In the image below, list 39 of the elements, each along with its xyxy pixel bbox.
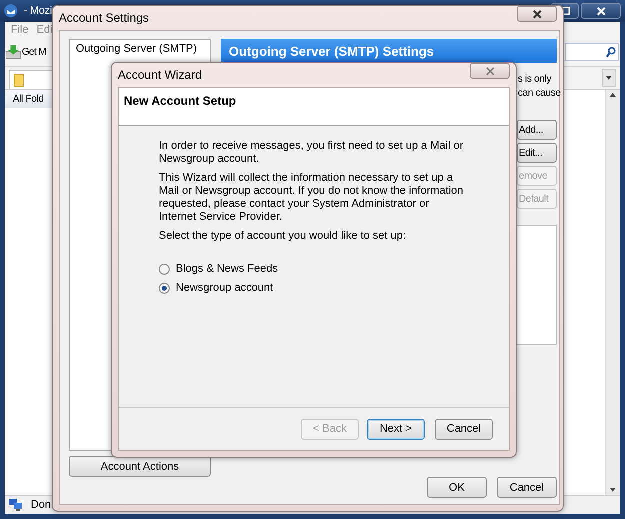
scrollbar[interactable]: [605, 90, 620, 495]
search-icon: [606, 46, 616, 58]
network-icon: [9, 499, 23, 511]
app-icon: [4, 4, 18, 18]
prompt-text: Select the type of account you would like to set up:: [159, 230, 408, 243]
dialog-button[interactable]: Cancel: [497, 477, 557, 498]
tree-item[interactable]: Outgoing Server (SMTP): [70, 42, 210, 56]
account-actions-button[interactable]: Account Actions: [69, 456, 211, 477]
server-action-button[interactable]: Add...: [517, 120, 557, 140]
dialog-title: Account Wizard: [118, 68, 202, 82]
close-icon: [532, 10, 542, 18]
close-icon: [486, 66, 494, 76]
scroll-up-icon[interactable]: [610, 93, 616, 97]
close-icon: [596, 6, 606, 16]
info-paragraph: This Wizard will collect the information necessary to set up a Mail or Newsgroup account. If you do not know the information requested, please contact your System Administrator or Internet Service Provider.: [159, 172, 464, 224]
wizard-button[interactable]: Next >: [367, 418, 425, 440]
close-button[interactable]: [517, 6, 557, 22]
account-type-option[interactable]: Blogs & News Feeds: [159, 263, 489, 275]
dialog-title: Account Settings: [59, 11, 150, 25]
scroll-down-icon[interactable]: [610, 488, 616, 492]
status-text: Don: [31, 499, 52, 511]
account-type-option[interactable]: Newsgroup account: [159, 282, 489, 294]
folder-pane-header: All Fold: [5, 90, 52, 108]
caret-down-icon: [606, 76, 612, 80]
folder-icon: [14, 74, 24, 86]
dialog-button[interactable]: OK: [427, 477, 487, 498]
info-paragraph: In order to receive messages, you first need to set up a Mail or Newsgroup account.: [159, 140, 464, 166]
section-header: Outgoing Server (SMTP) Settings: [221, 39, 557, 63]
get-mail-button[interactable]: Get M: [6, 45, 46, 59]
search-field[interactable]: [565, 43, 619, 61]
close-button[interactable]: [581, 3, 621, 19]
wizard-button[interactable]: Cancel: [435, 418, 493, 440]
server-action-button[interactable]: Edit...: [517, 143, 557, 163]
folder-tab[interactable]: [9, 70, 55, 89]
dropdown-button[interactable]: [602, 69, 616, 87]
description-text: s is only: [518, 73, 553, 86]
wizard-heading: New Account Setup: [119, 88, 509, 126]
window-title: - Mozi: [24, 5, 52, 17]
inbox-download-icon: [6, 45, 21, 59]
